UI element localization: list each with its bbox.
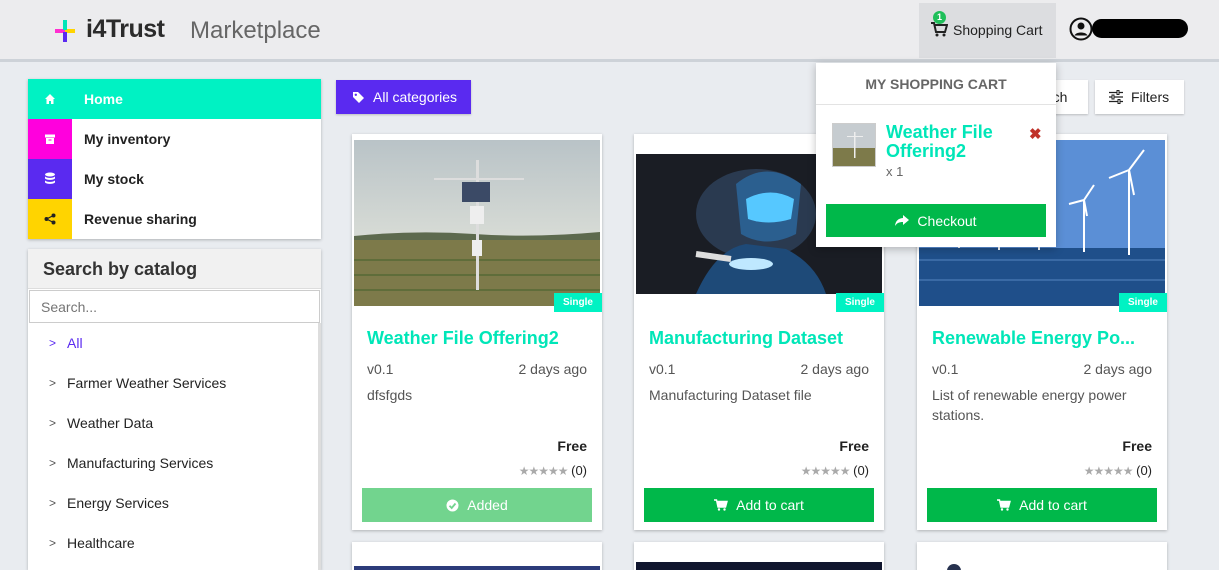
catalog-item-energy-services[interactable]: > Energy Services <box>28 483 321 523</box>
product-image-partial <box>947 564 961 570</box>
remove-item-icon[interactable]: ✖ <box>1029 125 1042 143</box>
user-avatar-icon[interactable] <box>1069 17 1093 41</box>
product-card[interactable]: Single Weather File Offering2 v0.1 2 day… <box>352 134 602 530</box>
product-description: Manufacturing Dataset file <box>649 387 812 403</box>
sidebar-item-label: Home <box>84 91 123 107</box>
sidebar-item-home[interactable]: Home <box>28 79 321 119</box>
cart-count-badge: 1 <box>933 11 946 24</box>
checkout-button[interactable]: Checkout <box>826 204 1046 237</box>
top-navbar: i4Trust Marketplace 1 Shopping Cart <box>0 0 1219 62</box>
share-icon <box>44 213 56 225</box>
filters-button[interactable]: Filters <box>1095 80 1184 114</box>
product-title[interactable]: Renewable Energy Po... <box>932 328 1154 349</box>
chevron-right-icon: > <box>49 336 57 350</box>
sidebar-item-label: My stock <box>84 171 144 187</box>
app-name: Marketplace <box>190 17 321 44</box>
product-price: Free <box>839 438 869 454</box>
i4trust-logo-icon[interactable] <box>52 18 78 44</box>
star-rating-icon: ★★★★★ <box>1083 464 1134 478</box>
added-button[interactable]: Added <box>362 488 592 522</box>
cart-icon <box>931 22 948 37</box>
product-title[interactable]: Manufacturing Dataset <box>649 328 871 349</box>
catalog-scrollbar[interactable] <box>318 323 321 570</box>
tag-icon <box>353 91 364 103</box>
sidebar-menu: Home My inventory My stock Revenue shari… <box>28 79 321 239</box>
all-categories-button[interactable]: All categories <box>336 80 471 114</box>
catalog-panel: Search by catalog >All >Farmer Weather S… <box>28 249 321 570</box>
sidebar-item-label: My inventory <box>84 131 171 147</box>
share-arrow-icon <box>895 214 910 226</box>
product-card-partial[interactable] <box>917 542 1167 570</box>
sidebar-item-my-stock[interactable]: My stock <box>28 159 321 199</box>
single-badge: Single <box>554 293 602 312</box>
chevron-right-icon: > <box>49 376 57 390</box>
product-card-partial[interactable] <box>352 542 602 570</box>
chevron-right-icon: > <box>49 496 57 510</box>
cart-dropdown-title: MY SHOPPING CART <box>816 63 1056 105</box>
cart-icon <box>997 499 1012 511</box>
product-version: v0.1 <box>367 361 394 377</box>
product-date: 2 days ago <box>800 361 870 377</box>
chevron-right-icon: > <box>49 536 57 550</box>
catalog-item-healthcare[interactable]: > Healthcare <box>28 523 321 563</box>
sidebar-item-my-inventory[interactable]: My inventory <box>28 119 321 159</box>
catalog-item-farmer-weather-services[interactable]: > Farmer Weather Services <box>28 363 321 403</box>
product-price: Free <box>1122 438 1152 454</box>
catalog-title: Search by catalog <box>28 249 321 289</box>
product-rating: ★★★★★ (0) <box>800 463 869 478</box>
shopping-cart-dropdown: MY SHOPPING CART Weather File Offering2 … <box>816 63 1056 247</box>
single-badge: Single <box>836 293 884 312</box>
sidebar-item-revenue-sharing[interactable]: Revenue sharing <box>28 199 321 239</box>
catalog-item-manufacturing-services[interactable]: > Manufacturing Services <box>28 443 321 483</box>
add-to-cart-button[interactable]: Add to cart <box>644 488 874 522</box>
product-description: dfsfgds <box>367 387 413 403</box>
catalog-item-weather-data[interactable]: > Weather Data <box>28 403 321 443</box>
brand-name[interactable]: i4Trust <box>86 15 165 44</box>
product-date: 2 days ago <box>1083 361 1153 377</box>
product-title[interactable]: Weather File Offering2 <box>367 328 589 349</box>
single-badge: Single <box>1119 293 1167 312</box>
cart-icon <box>714 499 729 511</box>
filters-label: Filters <box>1131 89 1170 105</box>
product-description: List of renewable energy power stations. <box>932 387 1127 423</box>
shopping-cart-label: Shopping Cart <box>953 22 1043 38</box>
cart-item-quantity: x 1 <box>886 164 904 179</box>
shopping-cart-button[interactable]: 1 Shopping Cart <box>919 3 1056 58</box>
product-image-partial <box>636 562 882 570</box>
product-rating: ★★★★★ (0) <box>1083 463 1152 478</box>
product-date: 2 days ago <box>518 361 588 377</box>
cart-item-name[interactable]: Weather File Offering2 <box>886 123 1026 161</box>
product-version: v0.1 <box>932 361 959 377</box>
sliders-icon <box>1109 90 1123 104</box>
product-image-partial <box>354 566 600 570</box>
check-circle-icon <box>446 499 459 511</box>
catalog-item-all[interactable]: > All <box>28 323 321 363</box>
sidebar-item-label: Revenue sharing <box>84 211 197 227</box>
all-categories-label: All categories <box>373 89 458 105</box>
product-card-partial[interactable] <box>634 542 884 570</box>
chevron-right-icon: > <box>49 416 57 430</box>
star-rating-icon: ★★★★★ <box>518 464 569 478</box>
archive-icon <box>45 134 55 144</box>
home-icon <box>45 94 55 104</box>
product-rating: ★★★★★ (0) <box>518 463 587 478</box>
star-rating-icon: ★★★★★ <box>800 464 851 478</box>
product-version: v0.1 <box>649 361 676 377</box>
catalog-list: > All > Farmer Weather Services > Weather D… <box>28 323 321 563</box>
add-to-cart-button[interactable]: Add to cart <box>927 488 1157 522</box>
product-image-weather-station[interactable] <box>354 140 600 306</box>
catalog-search-input[interactable] <box>29 290 320 323</box>
chevron-right-icon: > <box>49 456 57 470</box>
user-name-redacted[interactable] <box>1092 19 1188 38</box>
database-icon <box>45 172 55 184</box>
cart-item-thumbnail[interactable] <box>832 123 876 167</box>
product-price: Free <box>557 438 587 454</box>
